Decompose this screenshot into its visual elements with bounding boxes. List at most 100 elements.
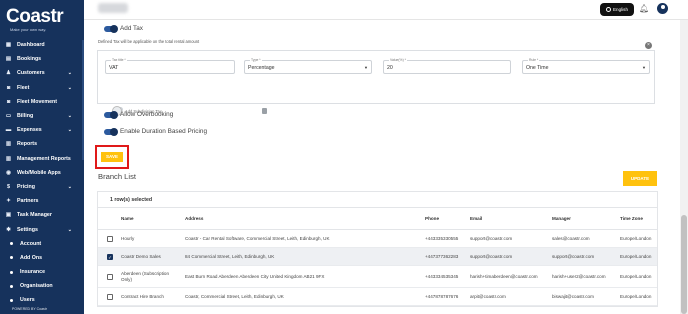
- sidebar-subitem-insurance[interactable]: Insurance: [0, 265, 84, 279]
- bullet-icon: [10, 270, 13, 274]
- add-tax-label: Add Tax: [120, 25, 143, 32]
- sidebar-item-bookings[interactable]: ▤ Bookings: [0, 52, 84, 66]
- table-row[interactable]: Contract Hire Branch Coastr, Commercial S…: [98, 288, 657, 306]
- user-avatar-icon[interactable]: [657, 3, 668, 14]
- allow-overbooking-label: Allow Overbooking: [120, 111, 174, 118]
- main-content: Add Tax Defined Tax will be applicable o…: [84, 20, 680, 314]
- cell-tz: Europe/London: [620, 253, 652, 259]
- checkbox-checked[interactable]: ✓: [107, 253, 113, 260]
- chevron-down-icon: ⌄: [67, 70, 72, 77]
- table-header-row: Name Address Phone Email Manager Time Zone: [98, 208, 657, 230]
- sidebar-item-billing[interactable]: ▭ Billing ⌄: [0, 109, 84, 123]
- sidebar-item-pricing[interactable]: $ Pricing ⌄: [0, 180, 84, 194]
- sidebar-item-label: Task Manager: [17, 212, 52, 219]
- chevron-down-icon: ⌄: [67, 84, 72, 91]
- cell-phone: +447878787676: [425, 293, 459, 299]
- sidebar-subitem-account[interactable]: Account: [0, 237, 84, 251]
- row-checkbox-cell: [107, 266, 113, 287]
- sidebar-item-label: Pricing: [17, 183, 35, 190]
- sidebar-subitem-add-ons[interactable]: Add Ons: [0, 251, 84, 265]
- bookings-icon: ▤: [5, 56, 12, 63]
- add-tax-toggle[interactable]: [104, 25, 118, 33]
- tax-title-label: Tax title *: [111, 58, 127, 62]
- table-row[interactable]: Aberdeen (Subscription Only) East Burn Ro…: [98, 266, 657, 288]
- sidebar-item-label: Dashboard: [17, 42, 45, 49]
- page-scrollbar[interactable]: [680, 20, 688, 314]
- allow-overbooking-toggle[interactable]: [104, 111, 118, 119]
- cell-name: Coastr Demo Sales: [121, 253, 161, 259]
- customers-icon: ♟: [6, 70, 11, 77]
- sidebar-item-fleet[interactable]: ◙ Fleet ⌄: [0, 81, 84, 95]
- sidebar-subitem-organisation[interactable]: Organisation: [0, 279, 84, 293]
- sidebar-item-management-reports[interactable]: ▥ Management Reports: [0, 152, 84, 166]
- sidebar-item-customers[interactable]: ♟ Customers ⌄: [0, 66, 84, 80]
- logo-tagline: Make your own way.: [10, 27, 47, 32]
- top-header: English 🔔︎: [84, 0, 688, 20]
- cell-phone: +443335330555: [425, 235, 459, 241]
- column-header-name[interactable]: Name: [121, 208, 181, 229]
- expenses-icon: ▬: [5, 127, 12, 134]
- checkbox[interactable]: [107, 293, 113, 300]
- cell-tz: Europe/London: [620, 293, 652, 299]
- fleet-icon: ◙: [6, 84, 11, 91]
- globe-icon: [605, 7, 611, 12]
- checkbox[interactable]: [107, 235, 113, 242]
- bullet-icon: [10, 298, 13, 302]
- column-header-email[interactable]: Email: [470, 208, 550, 229]
- sidebar-item-fleet-movement[interactable]: ◙ Fleet Movement: [0, 95, 84, 109]
- sidebar-item-label: Expenses: [17, 127, 42, 134]
- cell-name: Contract Hire Branch: [121, 293, 164, 299]
- table-row[interactable]: Hourly Coastr - Car Rental Software, Comm…: [98, 230, 657, 248]
- table-row[interactable]: ✓ Coastr Demo Sales 84 Commercial Street, …: [98, 248, 657, 266]
- tax-title-field[interactable]: Tax title * VAT: [105, 58, 235, 74]
- cell-address: East Burn Road Aberdeen Aberdeen City Un…: [185, 273, 325, 279]
- logo[interactable]: Coastr Make your own way.: [0, 0, 84, 38]
- selection-count: 1 row(s) selected: [98, 192, 657, 208]
- tax-type-value: Percentage: [248, 65, 275, 71]
- pricing-icon: $: [6, 183, 11, 190]
- settings-icon: ✱: [6, 226, 11, 233]
- checkbox[interactable]: [107, 273, 113, 280]
- cell-tz: Europe/London: [620, 273, 652, 279]
- sidebar-item-expenses[interactable]: ▬ Expenses ⌄: [0, 123, 84, 137]
- sidebar-item-settings[interactable]: ✱ Settings ⌄: [0, 222, 84, 236]
- duration-pricing-toggle[interactable]: [104, 128, 118, 136]
- sidebar-item-reports[interactable]: ▥ Reports: [0, 137, 84, 151]
- sidebar-item-web-mobile-apps[interactable]: ◉ Web/Mobile Apps: [0, 166, 84, 180]
- cell-address: Coastr, Commercial Street, Leith, Edinbu…: [185, 293, 284, 299]
- column-header-phone[interactable]: Phone: [425, 208, 469, 229]
- apps-icon: ◉: [6, 169, 11, 176]
- column-header-manager[interactable]: Manager: [552, 208, 618, 229]
- update-button[interactable]: UPDATE: [623, 171, 657, 186]
- sidebar-item-task-manager[interactable]: ▣ Task Manager: [0, 208, 84, 222]
- scrollbar-thumb[interactable]: [681, 215, 687, 314]
- tax-rule-select[interactable]: Rule * One Time ▼: [522, 58, 650, 74]
- sidebar-subitem-users[interactable]: Users: [0, 293, 84, 307]
- cell-name: Hourly: [121, 235, 135, 241]
- task-manager-icon: ▣: [5, 212, 12, 219]
- column-header-address[interactable]: Address: [185, 208, 421, 229]
- language-button[interactable]: English: [600, 3, 634, 16]
- chevron-down-icon: ⌄: [67, 226, 72, 233]
- sidebar-item-partners[interactable]: ✦ Partners: [0, 194, 84, 208]
- save-button[interactable]: SAVE: [101, 152, 123, 162]
- tax-value-field[interactable]: Value(%) * 20: [383, 58, 511, 74]
- sidebar: Coastr Make your own way. ▦ Dashboard ▤ Boo…: [0, 0, 84, 314]
- sidebar-item-dashboard[interactable]: ▦ Dashboard: [0, 38, 84, 52]
- trash-icon[interactable]: [262, 108, 267, 114]
- close-icon[interactable]: ×: [645, 42, 652, 49]
- tax-type-select[interactable]: Type * Percentage ▼: [244, 58, 372, 74]
- cell-manager: harish+user2@coastr.com: [552, 273, 606, 279]
- bullet-icon: [10, 256, 13, 260]
- powered-by: POWERED BY Coastr: [12, 307, 47, 311]
- chevron-down-icon: ⌄: [67, 127, 72, 134]
- column-header-time-zone[interactable]: Time Zone: [620, 208, 660, 229]
- cell-address: Coastr - Car Rental Software, Commercial…: [185, 235, 330, 241]
- tax-value-value: 20: [387, 65, 393, 71]
- sidebar-item-label: Management Reports: [17, 155, 71, 162]
- logo-wordmark: Coastr: [6, 6, 64, 27]
- bell-icon[interactable]: 🔔︎: [639, 4, 649, 14]
- sidebar-item-label: Partners: [17, 198, 39, 205]
- cell-manager: support@coastr.com: [552, 253, 595, 259]
- partners-icon: ✦: [6, 198, 11, 205]
